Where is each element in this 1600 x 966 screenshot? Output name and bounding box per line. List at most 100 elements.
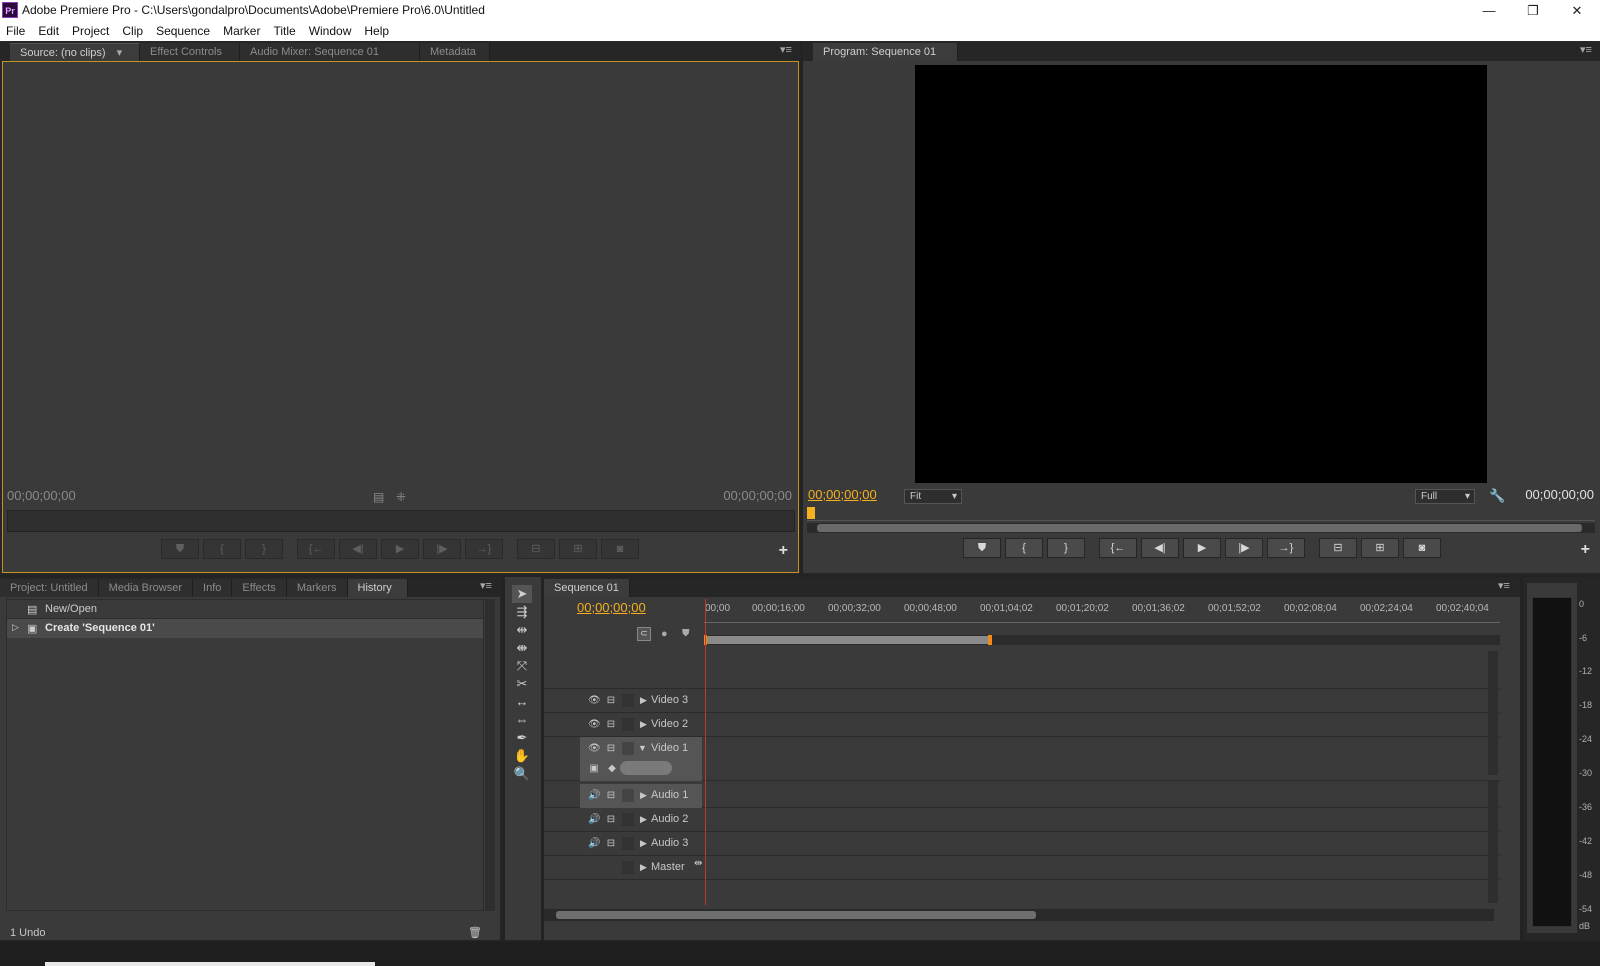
track-audio-2[interactable]: 🔊 ⊟ ▶ Audio 2 [544,808,1500,832]
speaker-icon[interactable]: 🔊 [588,814,600,826]
trash-icon[interactable]: 🗑 [468,926,482,939]
expand-icon[interactable]: ▶ [640,790,647,801]
tab-audio-mixer[interactable]: Audio Mixer: Sequence 01 [240,43,420,61]
keyframe-diamond-icon[interactable]: ◆ [606,763,618,775]
rate-stretch-tool-icon[interactable]: ⤧ [512,657,532,675]
track-video-3[interactable]: 👁 ⊟ ▶ Video 3 [544,689,1500,713]
step-forward-button[interactable]: |▶ [1225,538,1263,558]
source-scrubber[interactable] [7,510,795,532]
playhead-line[interactable] [705,599,706,905]
track-select-tool-icon[interactable]: ⇶ [512,603,532,621]
tab-effects[interactable]: Effects [232,579,287,597]
timeline-ruler[interactable]: 00;00 00;00;16;00 00;00;32;00 00;00;48;0… [704,603,1500,623]
menu-title[interactable]: Title [273,24,295,38]
play-button[interactable]: ▶ [1183,538,1221,558]
tab-program[interactable]: Program: Sequence 01 ▾ × [813,43,958,76]
tab-media-browser[interactable]: Media Browser [98,579,194,597]
lift-button[interactable]: ⊟ [1319,538,1357,558]
lock-icon[interactable]: ⊟ [605,814,617,826]
play-button[interactable]: ▶ [381,539,419,559]
expand-icon[interactable]: ▶ [640,862,647,873]
scrollbar-thumb[interactable] [817,524,1582,532]
timeline-horizontal-scrollbar[interactable] [544,909,1494,921]
audio-scrollbar[interactable] [1488,781,1498,903]
eye-icon[interactable]: 👁 [588,743,601,755]
program-video-display[interactable] [915,65,1487,483]
track-target-box[interactable] [622,861,634,874]
panel-menu-icon[interactable]: ▾≡ [480,579,502,597]
zoom-tool-icon[interactable]: 🔍 [512,765,532,783]
slide-tool-icon[interactable]: ⇔ [512,711,532,729]
panel-menu-icon[interactable]: ▾≡ [1580,43,1600,61]
settings-icon[interactable]: ▤ [373,490,384,504]
tab-info[interactable]: Info [193,579,233,597]
speaker-icon[interactable]: 🔊 [588,790,600,802]
step-back-button[interactable]: ◀| [1141,538,1179,558]
expand-icon[interactable]: ▶ [640,814,647,825]
tab-source[interactable]: Source: (no clips) ▾ × [10,43,140,77]
lock-icon[interactable]: ⊟ [605,790,617,802]
mark-in-button[interactable]: { [1005,538,1043,558]
work-area-bar[interactable] [704,636,992,644]
razor-tool-icon[interactable]: ✂ [512,675,532,693]
menu-window[interactable]: Window [309,24,352,38]
history-scrollbar[interactable] [485,599,495,911]
minimize-button[interactable]: — [1466,0,1512,21]
mark-out-button[interactable]: } [1047,538,1085,558]
lock-icon[interactable]: ⊟ [605,695,617,707]
list-item[interactable]: ▷ ▣ Create 'Sequence 01' [7,619,483,638]
menu-sequence[interactable]: Sequence [156,24,210,38]
go-to-out-button[interactable]: →} [1267,538,1305,558]
expand-icon[interactable]: ▶ [640,695,647,706]
rolling-edit-tool-icon[interactable]: ⇼ [512,639,532,657]
eye-icon[interactable]: 👁 [588,719,601,731]
menu-marker[interactable]: Marker [223,24,260,38]
track-audio-1[interactable]: 🔊 ⊟ ▶ Audio 1 [544,784,1500,808]
playhead-marker[interactable] [807,507,815,519]
track-video-1[interactable]: 👁 ⊟ ▼ Video 1 ▣ ◆ [544,737,1500,781]
panel-menu-icon[interactable]: ▾≡ [1498,579,1520,597]
menu-help[interactable]: Help [364,24,389,38]
selection-tool-icon[interactable]: ➤ [512,585,532,603]
step-forward-button[interactable]: |▶ [423,539,461,559]
track-target-box[interactable] [622,718,634,731]
expand-icon[interactable]: ▶ [640,838,647,849]
menu-project[interactable]: Project [72,24,109,38]
track-target-box[interactable] [622,837,634,850]
add-button-icon[interactable]: + [1581,541,1590,559]
eye-icon[interactable]: 👁 [588,695,601,707]
overwrite-button[interactable]: ⊞ [559,539,597,559]
track-audio-3[interactable]: 🔊 ⊟ ▶ Audio 3 [544,832,1500,856]
master-adjust-icon[interactable]: ⇹ [694,858,702,869]
menu-file[interactable]: File [6,24,25,38]
scrollbar-thumb[interactable] [556,911,1036,919]
lock-icon[interactable]: ⊟ [605,838,617,850]
display-style-icon[interactable]: ▣ [588,763,600,775]
tab-sequence[interactable]: Sequence 01 × [544,579,630,612]
program-zoom-scrollbar[interactable] [807,523,1595,533]
keyframe-icon[interactable]: ● [661,628,668,640]
tab-effect-controls[interactable]: Effect Controls [140,43,240,61]
zoom-dropdown[interactable]: Fit ▾ [904,489,962,504]
track-target-box[interactable] [622,789,634,802]
lock-icon[interactable]: ⊟ [605,719,617,731]
go-to-in-button[interactable]: {← [1099,538,1137,558]
wrench-icon[interactable]: 🔧 [1489,488,1505,504]
hand-tool-icon[interactable]: ✋ [512,747,532,765]
close-button[interactable]: ✕ [1554,0,1600,21]
program-ruler[interactable] [807,507,1595,521]
chevron-down-icon[interactable]: ▾ [117,47,123,59]
snap-icon[interactable]: ⊂ [637,627,651,641]
video-scrollbar[interactable] [1488,651,1498,775]
tab-project[interactable]: Project: Untitled [0,579,99,597]
export-frame-button[interactable]: ◙ [601,539,639,559]
speaker-icon[interactable]: 🔊 [588,838,600,850]
add-marker-button[interactable]: ⛊ [161,539,199,559]
track-video-2[interactable]: 👁 ⊟ ▶ Video 2 [544,713,1500,737]
menu-edit[interactable]: Edit [38,24,59,38]
menu-clip[interactable]: Clip [122,24,143,38]
collapse-icon[interactable]: ▼ [638,743,647,753]
quality-dropdown[interactable]: Full ▾ [1415,489,1475,504]
pen-tool-icon[interactable]: ✒ [512,729,532,747]
ripple-edit-tool-icon[interactable]: ⇹ [512,621,532,639]
